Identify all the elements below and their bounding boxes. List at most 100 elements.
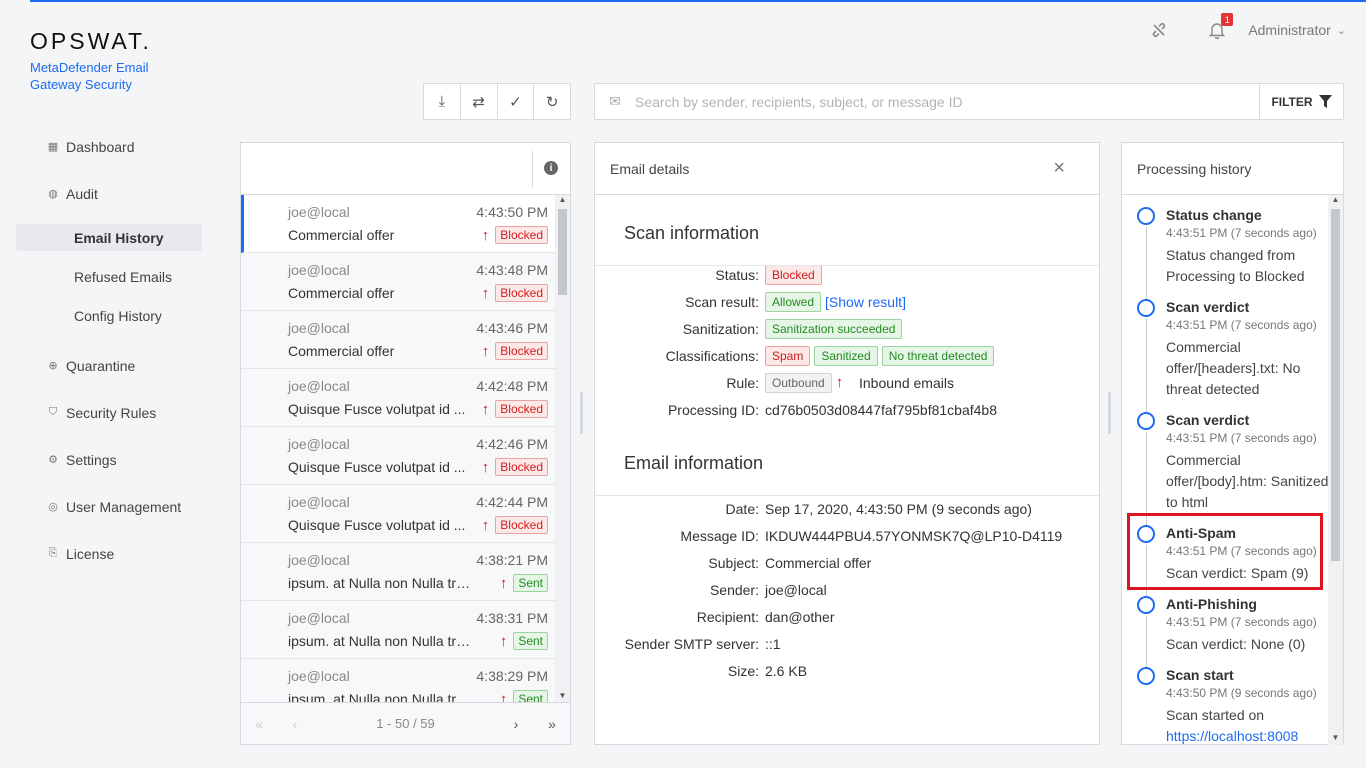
subject: ipsum. at Nulla non Nulla trist... — [288, 575, 473, 591]
history-time: 4:43:51 PM (7 seconds ago) — [1166, 318, 1317, 332]
time: 4:38:21 PM — [476, 552, 548, 568]
arrow-up-icon: ↑ — [835, 374, 844, 391]
header-actions: 1 Administrator ⌄ — [1148, 13, 1346, 42]
table-row[interactable]: joe@local 4:42:46 PM Quisque Fusce volutpa… — [241, 427, 556, 485]
arrow-up-icon: ↑ — [499, 632, 508, 650]
processing-id: cd76b0503d08447faf795bf81cbaf4b8 — [765, 401, 997, 418]
timeline-line — [1146, 432, 1147, 525]
table-row[interactable]: joe@local 4:38:21 PM ipsum. at Nulla non N… — [241, 543, 556, 601]
history-scrollbar[interactable]: ▲ ▼ — [1328, 195, 1343, 745]
arrow-up-icon: ↑ — [481, 516, 490, 534]
scroll-thumb[interactable] — [1331, 209, 1340, 561]
status-badge: Blocked — [495, 284, 548, 302]
sidebar-item-label: License — [66, 545, 115, 562]
search-input[interactable] — [635, 84, 1259, 119]
download-button[interactable]: ⤓ — [424, 84, 461, 119]
section-title: Email information — [595, 453, 1099, 474]
history-desc: Commercial offer/[headers].txt: No threa… — [1166, 339, 1301, 397]
table-row[interactable]: joe@local 4:43:46 PM Commercial offer ↑ Bloc… — [241, 311, 556, 369]
timeline-dot-icon — [1137, 596, 1155, 614]
filter-label: FILTER — [1271, 94, 1313, 109]
time: 4:43:50 PM — [476, 204, 548, 220]
download-icon: ⤓ — [438, 93, 446, 110]
history-item: Scan verdict 4:43:51 PM (7 seconds ago) Co… — [1122, 287, 1329, 412]
user-menu[interactable]: Administrator ⌄ — [1248, 22, 1346, 38]
size-row: Size: 2.6 KB — [727, 662, 808, 679]
quarantine-icon: ⊕ — [48, 360, 58, 372]
section-title: Scan information — [595, 223, 1099, 244]
sidebar-item-license[interactable]: ⎘ License — [16, 537, 202, 570]
status-badge: Blocked — [495, 400, 548, 418]
processing-id-row: Processing ID: cd76b0503d08447faf795bf81c… — [667, 401, 997, 418]
close-icon[interactable]: × — [1053, 157, 1065, 180]
sidebar-item-quarantine[interactable]: ⊕ Quarantine — [16, 349, 202, 382]
sidebar-item-dashboard[interactable]: ▦ Dashboard — [16, 130, 202, 163]
table-row[interactable]: joe@local 4:43:48 PM Commercial offer ↑ Bloc… — [241, 253, 556, 311]
retry-button[interactable]: ⇄ — [461, 84, 498, 119]
table-row[interactable]: joe@local 4:42:44 PM Quisque Fusce volutpa… — [241, 485, 556, 543]
sidebar-item-label: Settings — [66, 451, 117, 468]
sender: joe@local — [288, 204, 350, 220]
history-title: Scan start — [1166, 667, 1234, 683]
history-time: 4:43:51 PM (7 seconds ago) — [1166, 431, 1317, 445]
sender: joe@local — [288, 262, 350, 278]
history-title: Scan verdict — [1166, 412, 1250, 428]
user-name: Administrator — [1248, 22, 1331, 38]
history-link[interactable]: https://localhost:8008 — [1166, 728, 1298, 744]
arrow-up-icon: ↑ — [481, 284, 490, 302]
first-page-button[interactable]: « — [241, 716, 277, 732]
scroll-up-icon[interactable]: ▲ — [555, 195, 570, 207]
scroll-up-icon[interactable]: ▲ — [1328, 195, 1343, 207]
subject: Commercial offer — [288, 343, 395, 359]
sidebar-item-audit[interactable]: ◍ Audit — [16, 177, 202, 210]
status-badge: Sent — [513, 574, 548, 592]
email-list-panel: i joe@local 4:43:50 PM Commercial offer ↑ Bl… — [240, 142, 571, 745]
status-badge: Blocked — [495, 342, 548, 360]
history-time: 4:43:51 PM (7 seconds ago) — [1166, 226, 1317, 240]
refresh-button[interactable]: ↻ — [534, 84, 570, 119]
sidebar-item-refused-emails[interactable]: Refused Emails — [16, 263, 202, 290]
sidebar-item-security-rules[interactable]: ⛉ Security Rules — [16, 396, 202, 429]
timeline-line — [1146, 319, 1147, 412]
brand-logo[interactable]: OPSWAT. MetaDefender Email Gateway Secur… — [30, 28, 170, 93]
list-scrollbar[interactable]: ▲ ▼ — [555, 195, 570, 703]
sidebar-item-user-management[interactable]: ◎ User Management — [16, 490, 202, 523]
user-icon: ◎ — [48, 501, 58, 513]
section-title-text: Scan information — [624, 223, 760, 243]
table-row[interactable]: joe@local 4:42:48 PM Quisque Fusce volutpa… — [241, 369, 556, 427]
sidebar-item-settings[interactable]: ⚙ Settings — [16, 443, 202, 476]
filter-button[interactable]: FILTER — [1259, 84, 1343, 119]
arrow-up-icon: ↑ — [481, 400, 490, 418]
clean-button[interactable]: ✓ — [498, 84, 535, 119]
bell-icon[interactable]: 1 — [1206, 13, 1234, 41]
list-header: i — [241, 143, 570, 195]
next-page-button[interactable]: › — [498, 716, 534, 732]
smtp-row: Sender SMTP server:::1 — [624, 635, 781, 652]
sender-row: Sender: joe@local — [709, 581, 827, 598]
show-result-link[interactable]: [Show result] — [825, 294, 906, 310]
table-row[interactable]: joe@local 4:38:31 PM ipsum. at Nulla non N… — [241, 601, 556, 659]
table-row[interactable]: joe@local 4:38:29 PM ipsum. at Nulla non N… — [241, 659, 556, 703]
panel-title: Email details — [610, 160, 690, 177]
arrow-up-icon: ↑ — [481, 342, 490, 360]
scroll-down-icon[interactable]: ▼ — [1328, 733, 1343, 745]
history-title: Status change — [1166, 207, 1262, 223]
sidebar-item-email-history[interactable]: Email History — [16, 224, 202, 251]
sidebar-item-config-history[interactable]: Config History — [16, 302, 202, 329]
scroll-thumb[interactable] — [558, 209, 567, 295]
prev-page-button[interactable]: ‹ — [277, 716, 313, 732]
processing-history-panel: Processing history Status change 4:43:51 … — [1121, 142, 1344, 745]
date-row: Date: Sep 17, 2020, 4:43:50 PM (9 seconds… — [725, 500, 1032, 517]
status-badge: Blocked — [765, 264, 822, 285]
resize-handle[interactable] — [580, 392, 583, 434]
disconnect-icon[interactable] — [1148, 19, 1170, 41]
last-page-button[interactable]: » — [534, 716, 570, 732]
table-row[interactable]: joe@local 4:43:50 PM Commercial offer ↑ Bloc… — [241, 195, 556, 253]
info-icon[interactable]: i — [544, 161, 558, 175]
classification-badge: No threat detected — [881, 345, 995, 366]
resize-handle[interactable] — [1108, 392, 1111, 434]
logo-text: OPSWAT. — [30, 28, 152, 54]
license-icon: ⎘ — [48, 547, 58, 559]
section-title-text: Email information — [624, 453, 764, 473]
classification-badge: Spam — [765, 345, 811, 366]
